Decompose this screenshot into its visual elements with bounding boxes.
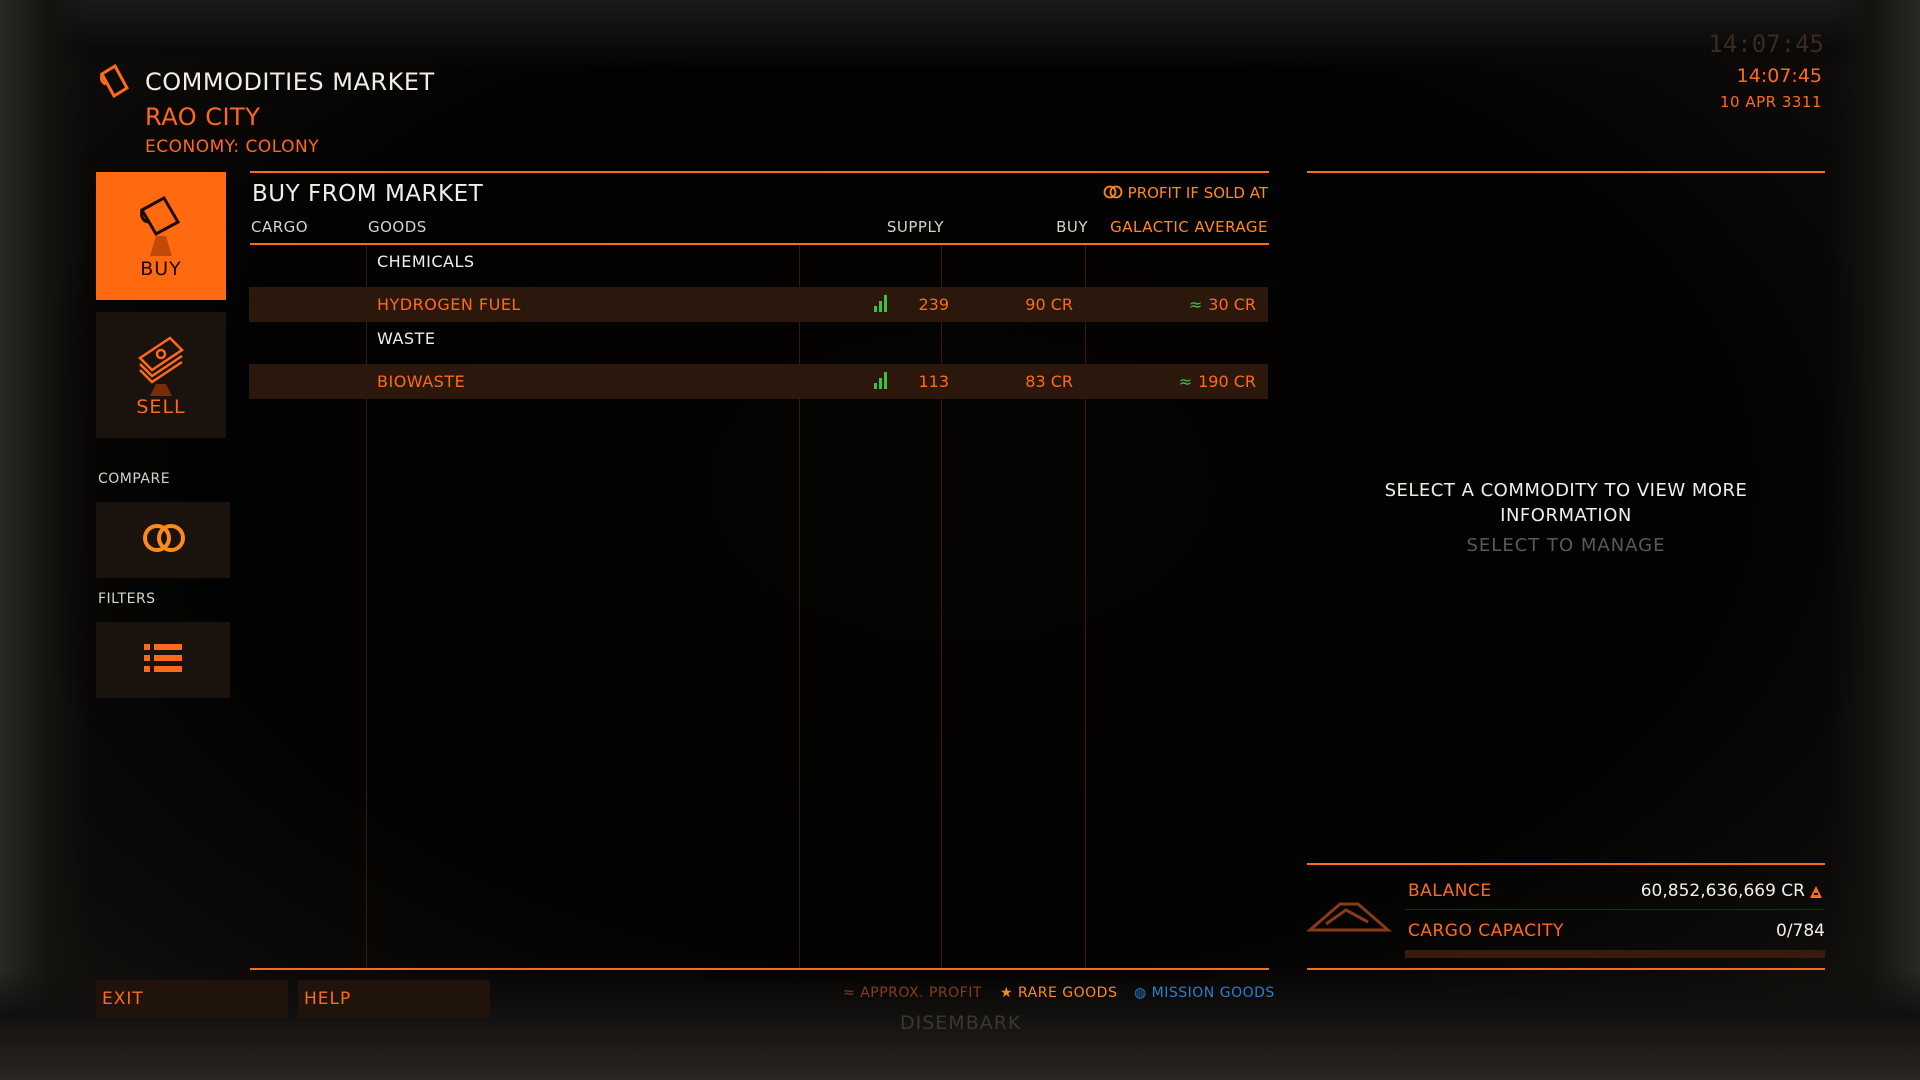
- market-title: BUY FROM MARKET: [252, 181, 484, 207]
- cargo-canister-icon: [139, 195, 181, 256]
- cockpit-frame-right: [1830, 0, 1920, 1080]
- table-row[interactable]: BIOWASTE 113 83 CR ≈190 CR: [249, 364, 1268, 399]
- category-header: CHEMICALS: [377, 252, 475, 271]
- cargo-capacity-value: 0/784: [1776, 921, 1825, 941]
- column-header-cargo[interactable]: CARGO: [251, 218, 308, 236]
- supply-value: 113: [918, 372, 949, 391]
- column-header-goods[interactable]: GOODS: [368, 218, 427, 236]
- clock-time: 14:07:45: [1736, 65, 1822, 87]
- commodity-name: HYDROGEN FUEL: [377, 295, 521, 314]
- buy-tab-button[interactable]: BUY: [96, 172, 226, 300]
- status-top-divider: [1307, 863, 1825, 865]
- commodity-name: BIOWASTE: [377, 372, 466, 391]
- detail-top-divider: [1307, 171, 1825, 173]
- legend-approx-profit-label: APPROX. PROFIT: [860, 985, 982, 1001]
- legend-approx-profit: ≈ APPROX. PROFIT: [843, 985, 982, 1001]
- station-name: RAO CITY: [145, 103, 261, 131]
- sell-tab-label: SELL: [136, 396, 186, 418]
- profit-if-sold-at-label: PROFIT IF SOLD AT: [1127, 184, 1268, 202]
- legend-rare-goods-label: RARE GOODS: [1018, 985, 1118, 1001]
- column-divider: [799, 245, 800, 968]
- profit-if-sold-at-toggle[interactable]: PROFIT IF SOLD AT: [1103, 184, 1268, 202]
- column-divider: [366, 245, 367, 968]
- supply-value: 239: [918, 295, 949, 314]
- status-mid-divider: [1405, 909, 1825, 910]
- clock-date: 10 APR 3311: [1719, 93, 1822, 111]
- galactic-average-value: 30 CR: [1208, 295, 1256, 314]
- approx-profit-icon: ≈: [843, 985, 856, 1001]
- cockpit-frame-top: [0, 0, 1920, 70]
- credits-icon: [1810, 886, 1822, 898]
- mission-icon: ◍: [1134, 985, 1147, 1001]
- balance-label: BALANCE: [1408, 881, 1492, 901]
- table-top-divider: [250, 171, 1269, 173]
- star-icon: ★: [1000, 985, 1014, 1001]
- list-icon: [144, 644, 182, 672]
- status-bottom-divider: [1307, 968, 1825, 970]
- compare-rings-icon: [143, 524, 185, 552]
- page-title: COMMODITIES MARKET: [145, 68, 435, 96]
- filters-button[interactable]: [96, 622, 230, 698]
- table-bottom-divider: [250, 968, 1269, 970]
- cargo-capacity-label: CARGO CAPACITY: [1408, 921, 1564, 941]
- exit-button-label: EXIT: [102, 989, 144, 1009]
- galactic-average-cell: ≈190 CR: [1179, 372, 1256, 391]
- compare-caption: COMPARE: [98, 471, 171, 487]
- legend-mission-goods-label: MISSION GOODS: [1151, 985, 1275, 1001]
- category-header: WASTE: [377, 329, 436, 348]
- credit-notes-icon: [138, 336, 184, 396]
- exit-button[interactable]: EXIT: [96, 980, 288, 1018]
- clock-ghost: 14:07:45: [1708, 30, 1824, 58]
- compare-button[interactable]: [96, 502, 230, 578]
- approx-profit-icon: ≈: [1178, 372, 1193, 391]
- disembark-label: DISEMBARK: [900, 1012, 1022, 1034]
- detail-sub-message: SELECT TO MANAGE: [1466, 535, 1666, 556]
- help-button-label: HELP: [304, 989, 352, 1009]
- balance-value: 60,852,636,669 CR: [1640, 881, 1805, 901]
- supply-level-icon: [874, 372, 887, 389]
- column-divider: [941, 245, 942, 968]
- column-header-buy[interactable]: BUY: [1056, 218, 1088, 236]
- header-divider: [250, 243, 1269, 245]
- compare-rings-icon: [1103, 185, 1123, 199]
- detail-message: SELECT A COMMODITY TO VIEW MORE INFORMAT…: [1384, 480, 1748, 526]
- galactic-average-value: 190 CR: [1198, 372, 1256, 391]
- ship-icon: [1306, 902, 1392, 932]
- buy-price: 90 CR: [1025, 295, 1073, 314]
- column-header-galactic-average[interactable]: GALACTIC AVERAGE: [1110, 218, 1268, 236]
- cargo-capacity-bar: [1405, 950, 1825, 958]
- column-divider: [1085, 245, 1086, 968]
- cargo-canister-icon: [100, 63, 129, 99]
- galactic-average-cell: ≈30 CR: [1189, 295, 1256, 314]
- filters-caption: FILTERS: [98, 591, 156, 607]
- cockpit-frame-left: [0, 0, 90, 1080]
- supply-level-icon: [874, 295, 887, 312]
- legend-rare-goods: ★ RARE GOODS: [1000, 985, 1117, 1001]
- buy-price: 83 CR: [1025, 372, 1073, 391]
- sell-tab-button[interactable]: SELL: [96, 312, 226, 438]
- legend-mission-goods: ◍ MISSION GOODS: [1134, 985, 1275, 1001]
- economy-label: ECONOMY: COLONY: [145, 137, 320, 157]
- help-button[interactable]: HELP: [298, 980, 490, 1018]
- column-header-supply[interactable]: SUPPLY: [887, 218, 944, 236]
- table-row[interactable]: HYDROGEN FUEL 239 90 CR ≈30 CR: [249, 287, 1268, 322]
- approx-profit-icon: ≈: [1188, 295, 1203, 314]
- buy-tab-label: BUY: [140, 258, 182, 280]
